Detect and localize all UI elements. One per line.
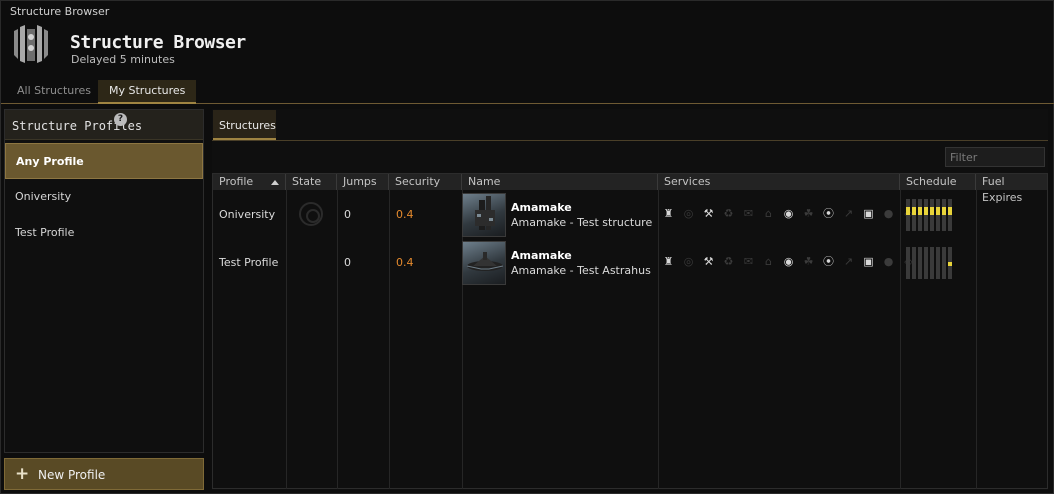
table-row[interactable]: Test Profile 0 0.4 Amamake Amamake - Tes…	[213, 239, 1047, 287]
row-name-main: Amamake	[511, 201, 572, 214]
market-icon: ✉	[743, 207, 754, 220]
plus-icon: +	[15, 464, 30, 484]
sort-ascending-icon	[271, 180, 279, 185]
structures-table: Profile State Jumps Security Name Servic…	[212, 173, 1048, 489]
laboratory-icon: ↗	[843, 207, 854, 220]
column-header-state[interactable]: State	[286, 174, 337, 190]
repair-icon: ⚒	[703, 255, 714, 268]
fitting-icon: ▣	[863, 255, 874, 268]
new-profile-button[interactable]: + New Profile	[4, 458, 204, 490]
schedule-day-bar	[936, 199, 940, 231]
column-header-schedule[interactable]: Schedule	[900, 174, 976, 190]
structure-browser-icon	[14, 25, 48, 63]
row-jumps: 0	[344, 256, 351, 269]
reinforce-ring-icon	[299, 202, 323, 226]
schedule-day-bar	[924, 247, 928, 279]
row-security: 0.4	[396, 208, 414, 221]
column-header-profile[interactable]: Profile	[213, 174, 286, 190]
profile-item-any[interactable]: Any Profile	[5, 143, 203, 179]
structures-panel: Structures Profile State Jumps Security …	[212, 109, 1048, 490]
schedule-day-bar	[948, 199, 952, 231]
row-name-sub: Amamake - Test structure	[511, 216, 653, 229]
astrahus-structure-icon[interactable]	[462, 241, 506, 285]
refinery-icon: ⦿	[823, 255, 834, 268]
moon-drill-icon: ◎	[683, 255, 694, 268]
tab-structures[interactable]: Structures	[213, 110, 276, 140]
schedule-day-bar	[924, 199, 928, 231]
schedule-day-bar	[942, 199, 946, 231]
row-security: 0.4	[396, 256, 414, 269]
factory-icon: ☘	[803, 255, 814, 268]
new-profile-label: New Profile	[38, 468, 106, 482]
row-profile: Oniversity	[219, 208, 276, 221]
schedule-active-mark	[924, 207, 928, 215]
refinery-icon: ⦿	[823, 207, 834, 220]
clone-bay-icon: ♜	[663, 207, 674, 220]
schedule-active-mark	[948, 262, 952, 266]
industry-icon: ⌂	[765, 207, 772, 220]
page-subtitle: Delayed 5 minutes	[71, 53, 175, 66]
tab-divider	[212, 140, 1048, 141]
fitting-icon: ▣	[863, 207, 874, 220]
factory-icon: ☘	[803, 207, 814, 220]
structure-browser-window: Structure Browser Structure Browser Dela…	[0, 0, 1054, 494]
insurance-icon: ◉	[783, 255, 794, 268]
reprocessing-icon: ♻	[723, 207, 734, 220]
industry-icon: ⌂	[765, 255, 772, 268]
schedule-day-bar	[930, 247, 934, 279]
schedule-day-bar	[942, 247, 946, 279]
schedule-active-mark	[948, 207, 952, 215]
window-title: Structure Browser	[10, 5, 110, 18]
schedule-day-bar	[906, 199, 910, 231]
schedule-active-mark	[906, 207, 910, 215]
schedule-chart	[906, 247, 954, 279]
profile-list: Any Profile Oniversity Test Profile	[5, 143, 203, 251]
page-title: Structure Browser	[70, 32, 246, 53]
schedule-day-bar	[930, 199, 934, 231]
profile-item-test[interactable]: Test Profile	[5, 215, 203, 251]
schedule-chart	[906, 199, 954, 231]
column-header-profile-label: Profile	[219, 175, 254, 188]
schedule-day-bar	[918, 247, 922, 279]
row-name-main: Amamake	[511, 249, 572, 262]
schedule-active-mark	[942, 207, 946, 215]
tab-structures-label: Structures	[219, 119, 276, 132]
row-name-sub: Amamake - Test Astrahus	[511, 264, 651, 277]
research-icon: ●	[883, 207, 894, 220]
schedule-active-mark	[912, 207, 916, 215]
row-profile: Test Profile	[219, 256, 279, 269]
column-header-services[interactable]: Services	[658, 174, 900, 190]
table-row[interactable]: Oniversity 0 0.4 Amamake Amamake - Test …	[213, 191, 1047, 239]
row-jumps: 0	[344, 208, 351, 221]
insurance-icon: ◉	[783, 207, 794, 220]
structure-profiles-panel: Structure Profiles ? Any Profile Onivers…	[4, 109, 204, 453]
schedule-day-bar	[918, 199, 922, 231]
help-icon[interactable]: ?	[114, 113, 127, 126]
citadel-structure-icon[interactable]	[462, 193, 506, 237]
laboratory-icon: ↗	[843, 255, 854, 268]
clone-bay-icon: ♜	[663, 255, 674, 268]
schedule-day-bar	[936, 247, 940, 279]
profile-item-oniversity[interactable]: Oniversity	[5, 179, 203, 215]
column-header-security[interactable]: Security	[389, 174, 462, 190]
column-header-name[interactable]: Name	[462, 174, 658, 190]
schedule-day-bar	[912, 247, 916, 279]
tab-my-structures[interactable]: My Structures	[98, 80, 197, 104]
schedule-day-bar	[912, 199, 916, 231]
schedule-active-mark	[918, 207, 922, 215]
column-header-jumps[interactable]: Jumps	[337, 174, 389, 190]
filter-input[interactable]	[945, 147, 1045, 167]
tab-bar: All Structures My Structures	[1, 80, 1054, 104]
profiles-header: Structure Profiles ?	[5, 110, 203, 140]
reprocessing-icon: ♻	[723, 255, 734, 268]
schedule-day-bar	[906, 247, 910, 279]
moon-drill-icon: ◎	[683, 207, 694, 220]
column-header-fuel-expires[interactable]: Fuel Expires	[976, 174, 1047, 204]
research-icon: ●	[883, 255, 894, 268]
market-icon: ✉	[743, 255, 754, 268]
repair-icon: ⚒	[703, 207, 714, 220]
schedule-active-mark	[936, 207, 940, 215]
schedule-active-mark	[930, 207, 934, 215]
tab-all-structures[interactable]: All Structures	[6, 80, 102, 104]
